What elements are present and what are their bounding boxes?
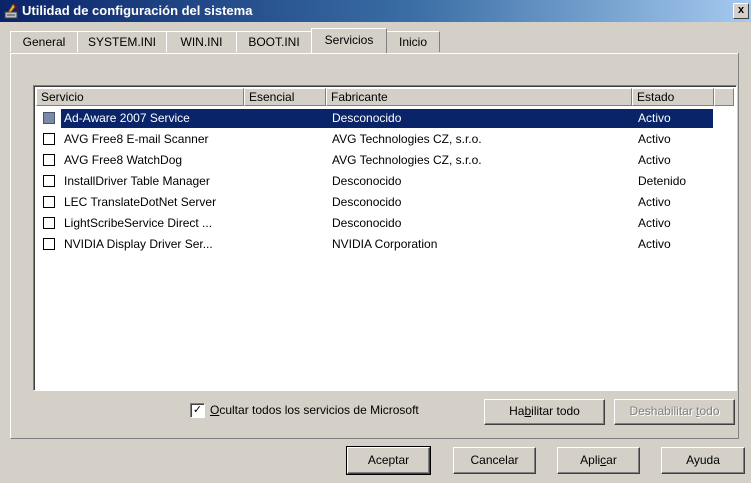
table-row[interactable]: AVG Free8 WatchDog AVG Technologies CZ, … [38, 151, 713, 171]
tab-general[interactable]: General [10, 31, 78, 52]
tab-system-ini[interactable]: SYSTEM.INI [77, 31, 167, 52]
tab-servicios[interactable]: Servicios [311, 28, 387, 53]
table-row[interactable]: AVG Free8 E-mail Scanner AVG Technologie… [38, 130, 713, 150]
services-list[interactable]: Servicio Esencial Fabricante Estado Ad-A… [33, 85, 737, 391]
cell-fabricante: NVIDIA Corporation [332, 237, 438, 251]
cell-estado: Activo [638, 132, 671, 146]
table-row[interactable]: LEC TranslateDotNet Server Desconocido A… [38, 193, 713, 213]
checkmark-icon: ✓ [192, 404, 203, 416]
cell-fabricante: Desconocido [332, 174, 402, 188]
cell-estado: Activo [638, 216, 671, 230]
cell-estado: Activo [638, 237, 671, 251]
cell-estado: Activo [638, 195, 671, 209]
cell-servicio: LightScribeService Direct ... [64, 216, 213, 230]
cell-estado: Activo [638, 153, 671, 167]
column-header-esencial[interactable]: Esencial [244, 88, 326, 106]
help-button[interactable]: Ayuda [661, 447, 745, 474]
btn-text: odo [699, 404, 720, 418]
table-row[interactable]: InstallDriver Table Manager Desconocido … [38, 172, 713, 192]
accept-button[interactable]: Aceptar [346, 446, 431, 475]
cancel-button[interactable]: Cancelar [453, 447, 536, 474]
row-checkbox[interactable] [43, 154, 55, 166]
hide-microsoft-services-label[interactable]: Ocultar todos los servicios de Microsoft [210, 403, 419, 417]
title-bar[interactable]: Utilidad de configuración del sistema x [0, 0, 751, 22]
table-row[interactable]: NVIDIA Display Driver Ser... NVIDIA Corp… [38, 235, 713, 255]
btn-text: Apli [580, 453, 601, 467]
enable-all-button[interactable]: Habilitar todo [484, 399, 605, 425]
table-row[interactable]: LightScribeService Direct ... Desconocid… [38, 214, 713, 234]
cell-fabricante: AVG Technologies CZ, s.r.o. [332, 153, 482, 167]
row-checkbox[interactable] [43, 196, 55, 208]
label-text: cultar todos los servicios de Microsoft [219, 403, 419, 417]
hide-microsoft-services-checkbox[interactable]: ✓ [190, 403, 205, 418]
cell-servicio: NVIDIA Display Driver Ser... [64, 237, 213, 251]
column-header-estado[interactable]: Estado [632, 88, 714, 106]
cell-servicio: LEC TranslateDotNet Server [64, 195, 217, 209]
tab-win-ini[interactable]: WIN.INI [166, 31, 237, 52]
row-checkbox[interactable] [43, 175, 55, 187]
system-config-window: Utilidad de configuración del sistema x … [0, 0, 751, 483]
window-title: Utilidad de configuración del sistema [22, 3, 253, 18]
tab-inicio[interactable]: Inicio [386, 31, 440, 52]
cell-servicio: InstallDriver Table Manager [64, 174, 210, 188]
app-icon [4, 3, 19, 19]
cell-fabricante: AVG Technologies CZ, s.r.o. [332, 132, 482, 146]
btn-text: Ha [509, 404, 525, 418]
cell-servicio: AVG Free8 WatchDog [64, 153, 183, 167]
row-checkbox[interactable] [43, 133, 55, 145]
column-header-fabricante[interactable]: Fabricante [326, 88, 632, 106]
apply-button[interactable]: Aplicar [557, 447, 640, 474]
btn-text: ar [606, 453, 617, 467]
mnemonic-letter: O [210, 403, 220, 417]
row-checkbox[interactable] [43, 112, 55, 124]
btn-text: ilitar todo [531, 404, 580, 418]
cell-fabricante: Desconocido [332, 111, 402, 125]
column-header-servicio[interactable]: Servicio [36, 88, 244, 106]
column-header-filler [714, 88, 734, 106]
cell-estado: Detenido [638, 174, 687, 188]
cell-estado: Activo [638, 111, 671, 125]
tab-divider [10, 53, 738, 54]
btn-text: Deshabilitar [629, 404, 697, 418]
cell-servicio: Ad-Aware 2007 Service [64, 111, 190, 125]
cell-fabricante: Desconocido [332, 216, 402, 230]
row-checkbox[interactable] [43, 217, 55, 229]
close-button[interactable]: x [733, 3, 749, 19]
cell-servicio: AVG Free8 E-mail Scanner [64, 132, 209, 146]
row-checkbox[interactable] [43, 238, 55, 250]
table-row[interactable]: Ad-Aware 2007 Service Desconocido Activo [38, 109, 713, 129]
cell-fabricante: Desconocido [332, 195, 402, 209]
close-icon: x [737, 4, 745, 16]
tab-boot-ini[interactable]: BOOT.INI [236, 31, 312, 52]
disable-all-button[interactable]: Deshabilitar todo [614, 399, 735, 425]
